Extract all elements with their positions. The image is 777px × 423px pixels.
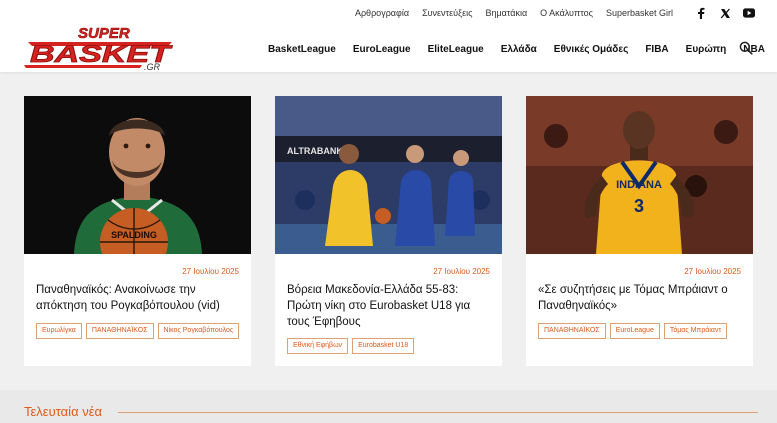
facebook-icon[interactable] [695, 7, 707, 19]
main-navigation: BasketLeague EuroLeague EliteLeague Ελλά… [268, 42, 765, 56]
nav-basketleague[interactable]: BasketLeague [268, 44, 336, 55]
tag-thomas-bryant[interactable]: Τόμας Μπράιαντ [663, 323, 728, 339]
latest-news-section: Τελευταία νέα [0, 390, 777, 423]
article-card-2[interactable]: ALTRABANK 27 Ιουλίου 2025 Βόρεια Μακεδον… [275, 96, 502, 366]
article-image-3[interactable]: INDIANA 3 [526, 96, 753, 254]
x-icon[interactable] [719, 7, 731, 19]
ad-board-text: ALTRABANK [287, 146, 343, 156]
top-link-akalyptos[interactable]: Ο Ακάλυπτος [540, 8, 593, 18]
article-date-2: 27 Ιουλίου 2025 [433, 267, 490, 276]
nav-national-teams[interactable]: Εθνικές Ομάδες [554, 44, 629, 55]
site-header: SUPER BASKET .GR Αρθρογραφία Συνεντεύξει… [0, 0, 777, 72]
tag-eurobasket-u18[interactable]: Eurobasket U18 [352, 338, 415, 354]
tag-euroleague[interactable]: EuroLeague [609, 323, 660, 339]
top-link-superbasket-girl[interactable]: Superbasket Girl [606, 8, 673, 18]
article-tags-3: ΠΑΝΑΘΗΝΑΪΚΟΣ EuroLeague Τόμας Μπράιαντ [538, 323, 728, 339]
top-link-articles[interactable]: Αρθρογραφία [355, 8, 409, 18]
nav-europe[interactable]: Ευρώπη [686, 44, 727, 55]
article-date-1: 27 Ιουλίου 2025 [182, 267, 239, 276]
article-tags-2: Εθνική Εφήβων Eurobasket U18 [287, 338, 415, 354]
nav-greece[interactable]: Ελλάδα [501, 44, 537, 55]
article-tags-1: Ευρωλίγκα ΠΑΝΑΘΗΝΑΪΚΟΣ Νίκος Ρογκαβόπουλ… [36, 323, 240, 339]
article-card-1[interactable]: SPALDING 27 Ιουλίου 2025 Παναθηναϊκός: Α… [24, 96, 251, 366]
jersey-text: INDIANA [616, 179, 662, 191]
social-links [695, 7, 755, 19]
nav-eliteleague[interactable]: EliteLeague [428, 44, 484, 55]
tag-national-youth[interactable]: Εθνική Εφήβων [287, 338, 349, 354]
tag-rogkavopoulos[interactable]: Νίκος Ρογκαβόπουλος [157, 323, 240, 339]
latest-news-title: Τελευταία νέα [24, 404, 103, 419]
article-image-2[interactable]: ALTRABANK [275, 96, 502, 254]
tag-panathinaikos[interactable]: ΠΑΝΑΘΗΝΑΪΚΟΣ [538, 323, 606, 339]
latest-news-divider [118, 412, 758, 413]
article-title-2[interactable]: Βόρεια Μακεδονία-Ελλάδα 55-83: Πρώτη νίκ… [287, 282, 492, 330]
youtube-icon[interactable] [743, 7, 755, 19]
top-link-interviews[interactable]: Συνεντεύξεις [422, 8, 472, 18]
top-link-steps[interactable]: Βηματάκια [485, 8, 527, 18]
article-date-3: 27 Ιουλίου 2025 [684, 267, 741, 276]
superbasket-logo[interactable]: SUPER BASKET .GR [22, 24, 184, 72]
nav-fiba[interactable]: FIBA [645, 44, 668, 55]
logo-suffix: .GR [144, 62, 161, 72]
logo-line1: SUPER [78, 25, 130, 42]
tag-panathinaikos[interactable]: ΠΑΝΑΘΗΝΑΪΚΟΣ [85, 323, 154, 339]
search-icon[interactable] [739, 41, 753, 55]
article-title-3[interactable]: «Σε συζητήσεις με Τόμας Μπράιαντ ο Παναθ… [538, 282, 743, 314]
top-navigation: Αρθρογραφία Συνεντεύξεις Βηματάκια Ο Ακά… [355, 6, 755, 20]
ball-brand-text: SPALDING [111, 230, 157, 240]
tag-euroleague-gr[interactable]: Ευρωλίγκα [36, 323, 82, 339]
nav-euroleague[interactable]: EuroLeague [353, 44, 411, 55]
svg-text:3: 3 [634, 196, 644, 216]
article-title-1[interactable]: Παναθηναϊκός: Ανακοίνωσε την απόκτηση το… [36, 282, 241, 314]
article-card-3[interactable]: INDIANA 3 27 Ιουλίου 2025 «Σε συζητήσεις… [526, 96, 753, 366]
article-image-1[interactable]: SPALDING [24, 96, 251, 254]
